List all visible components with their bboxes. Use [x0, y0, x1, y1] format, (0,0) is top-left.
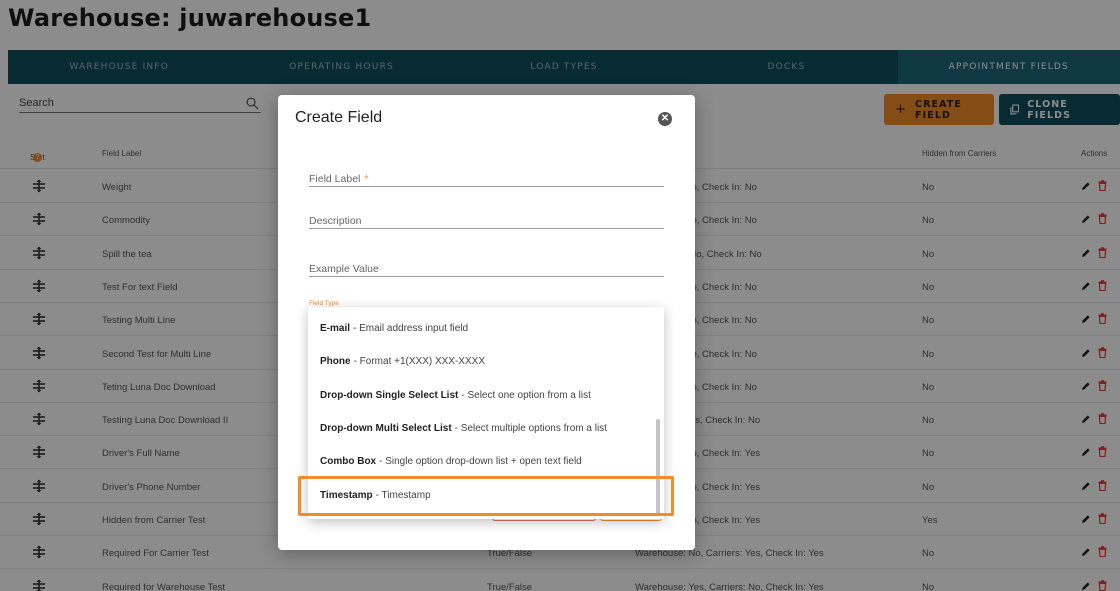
option-name: Combo Box [320, 456, 377, 468]
field-label-label: Field Label * [309, 173, 368, 185]
field-label-input[interactable]: Field Label * [309, 171, 664, 187]
option-desc: - Format +1(XXX) XXX-XXXX [353, 356, 485, 368]
example-value-label: Example Value [309, 263, 379, 275]
modal-title: Create Field [295, 109, 383, 126]
option-name: Drop-down Single Select List [320, 389, 459, 401]
description-label: Description [309, 215, 362, 227]
dropdown-option[interactable]: Phone - Format +1(XXX) XXX-XXXX [308, 345, 654, 378]
dropdown-option[interactable]: Drop-down Single Select List - Select one… [308, 379, 654, 412]
warehouse-page: Warehouse: juwarehouse1 WAREHOUSE INFO O… [0, 0, 1120, 591]
option-desc: - Select multiple options from a list [454, 422, 607, 434]
option-desc: - Select one option from a list [461, 389, 591, 401]
example-value-input[interactable]: Example Value [309, 261, 664, 277]
highlight-box [298, 476, 674, 516]
dropdown-option[interactable]: Drop-down Multi Select List - Select mult… [308, 412, 654, 445]
field-type-label: Field Type [309, 300, 339, 307]
option-desc: - Email address input field [353, 323, 469, 334]
option-name: Phone [320, 356, 351, 368]
dropdown-option[interactable]: Combo Box - Single option drop-down list … [308, 445, 654, 478]
option-name: E-mail [320, 323, 351, 334]
dropdown-option[interactable]: E-mail - Email address input field [308, 312, 654, 345]
close-icon[interactable]: ✕ [658, 112, 672, 126]
field-label-text: Field Label [309, 173, 361, 185]
option-name: Drop-down Multi Select List [320, 422, 452, 434]
description-input[interactable]: Description [309, 213, 664, 229]
option-desc: - Single option drop-down list + open te… [379, 456, 582, 468]
required-star: * [364, 173, 369, 185]
